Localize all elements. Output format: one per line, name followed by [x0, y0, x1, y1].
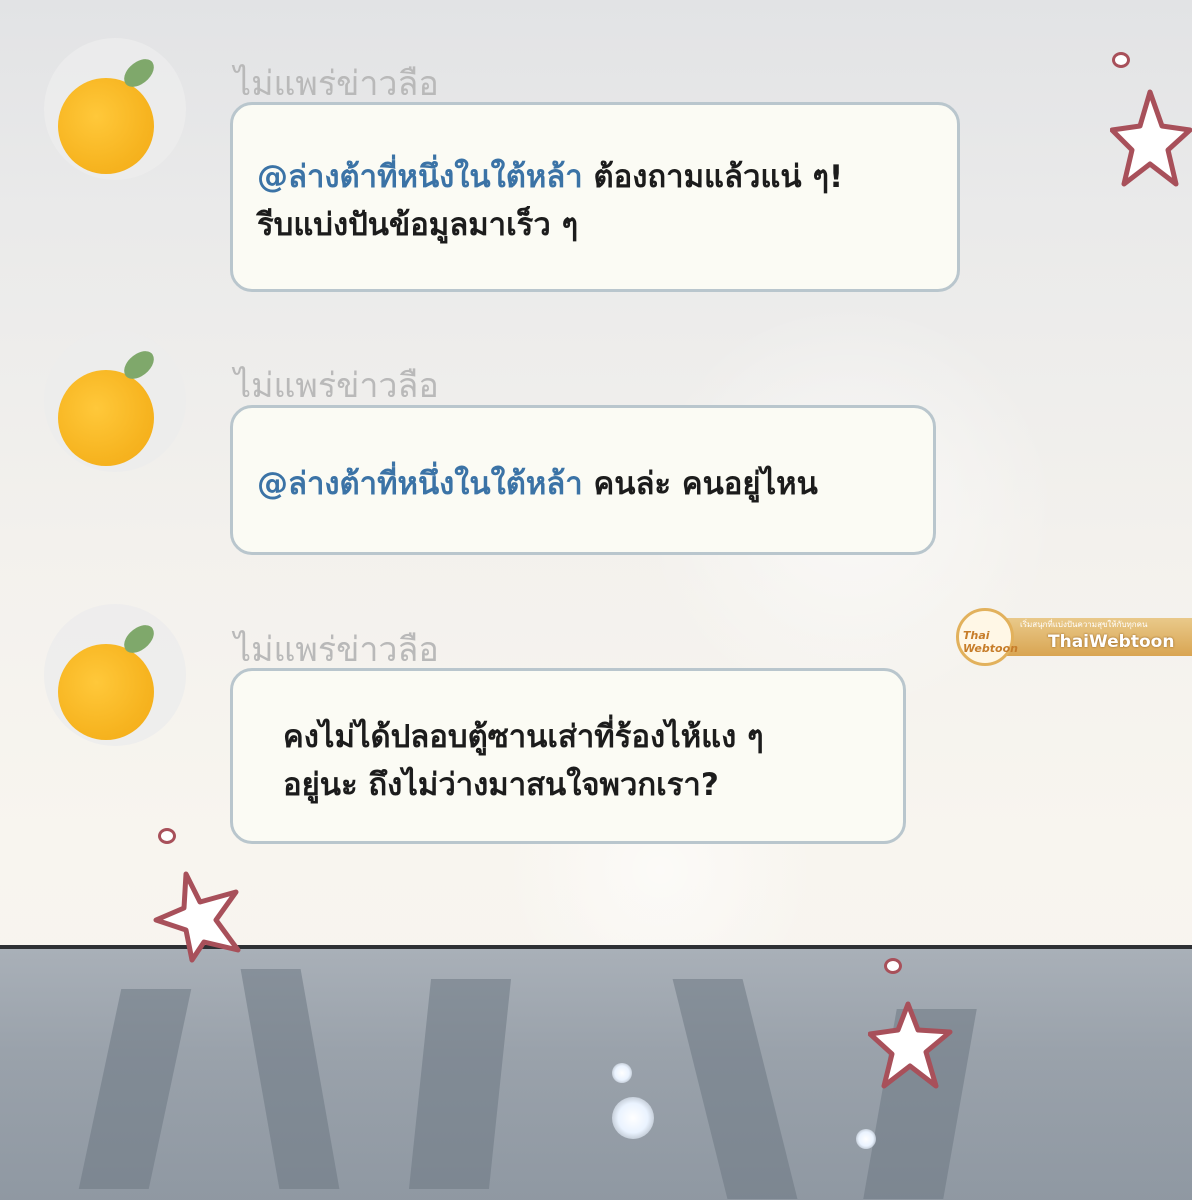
background-spike	[240, 969, 340, 1189]
webtoon-panel: ไม่แพร่ข่าวลือ @ล่างต้าที่หนึ่งในใต้หล้า…	[0, 0, 1192, 1200]
site-watermark: Thai Webtoon เริ่มสนุกที่แบ่งปันความสุขใ…	[948, 608, 1192, 666]
background-spike	[408, 979, 512, 1189]
watermark-logo: Thai Webtoon	[963, 629, 1018, 655]
avatar[interactable]	[44, 38, 186, 180]
bottom-panel	[0, 945, 1192, 1200]
message-bubble: @ล่างต้าที่หนึ่งในใต้หล้า คนล่ะ คนอยู่ไห…	[230, 405, 936, 555]
user-mention[interactable]: @ล่างต้าที่หนึ่งในใต้หล้า	[257, 466, 583, 502]
orange-fruit-icon	[58, 78, 154, 174]
sender-name: ไม่แพร่ข่าวลือ	[234, 366, 439, 406]
message-line: @ล่างต้าที่หนึ่งในใต้หล้า คนล่ะ คนอยู่ไห…	[257, 460, 818, 508]
watermark-name: ThaiWebtoon	[1048, 632, 1175, 652]
background-spike	[672, 979, 798, 1199]
sparkle	[856, 1129, 876, 1149]
message-bubble: @ล่างต้าที่หนึ่งในใต้หล้า ต้องถามแล้วแน่…	[230, 102, 960, 292]
watermark-tagline: เริ่มสนุกที่แบ่งปันความสุขให้กับทุกคน	[1020, 620, 1148, 629]
message-line: อยู่นะ ถึงไม่ว่างมาสนใจพวกเรา?	[283, 767, 719, 803]
star-icon	[868, 1001, 953, 1089]
watermark-logo-badge: Thai Webtoon	[956, 608, 1018, 666]
sparkle	[612, 1063, 632, 1083]
message-line: รีบแบ่งปันข้อมูลมาเร็ว ๆ	[257, 207, 579, 243]
avatar[interactable]	[44, 330, 186, 472]
star-icon	[153, 871, 241, 963]
star-icon	[1110, 89, 1192, 187]
message-bubble: คงไม่ได้ปลอบตู้ซานเส่าที่ร้องไห้แง ๆ อยู…	[230, 668, 906, 844]
ring-icon	[158, 828, 176, 844]
ring-icon	[884, 958, 902, 974]
ring-icon	[1112, 52, 1130, 68]
background-spike	[78, 989, 192, 1189]
orange-fruit-icon	[58, 370, 154, 466]
orange-fruit-icon	[58, 644, 154, 740]
message-text: ต้องถามแล้วแน่ ๆ!	[582, 159, 844, 195]
user-mention[interactable]: @ล่างต้าที่หนึ่งในใต้หล้า	[257, 159, 583, 195]
sparkle	[612, 1097, 654, 1139]
message-line: @ล่างต้าที่หนึ่งในใต้หล้า ต้องถามแล้วแน่…	[257, 153, 843, 201]
message-text: คนล่ะ คนอยู่ไหน	[582, 466, 818, 502]
avatar[interactable]	[44, 604, 186, 746]
message-line: คงไม่ได้ปลอบตู้ซานเส่าที่ร้องไห้แง ๆ	[283, 719, 764, 755]
